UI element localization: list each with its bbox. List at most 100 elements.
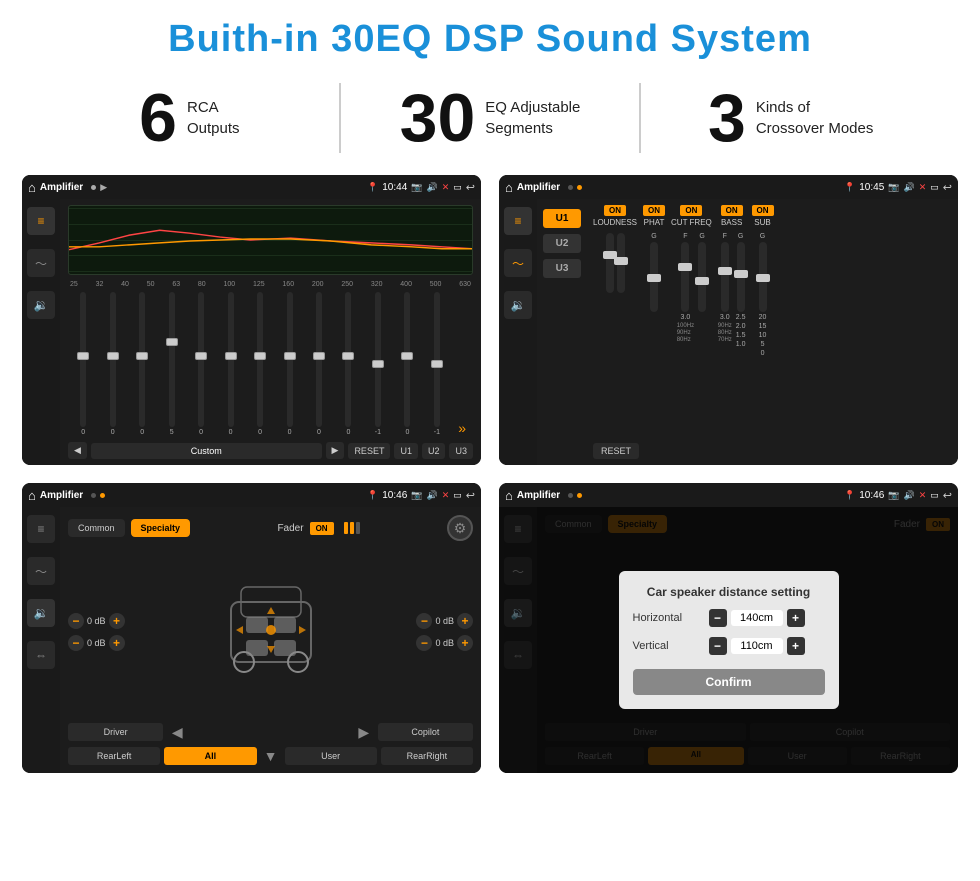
dialog-box: Car speaker distance setting Horizontal …	[619, 571, 839, 709]
eq-slider-5[interactable]: 0	[188, 292, 214, 436]
screen2-speaker-icon[interactable]: 🔉	[504, 291, 532, 319]
bass-on[interactable]: ON	[721, 205, 743, 216]
right-arrow-icon[interactable]: ▶	[354, 723, 374, 741]
eq-slider-2[interactable]: 0	[99, 292, 125, 436]
db-plus-bl[interactable]: +	[109, 635, 125, 651]
stat-crossover: 3 Kinds ofCrossover Modes	[661, 84, 920, 152]
cutfreq-on[interactable]: ON	[680, 205, 702, 216]
eq-slider-1[interactable]: 0	[70, 292, 96, 436]
confirm-button[interactable]: Confirm	[633, 669, 825, 695]
db-minus-tl[interactable]: −	[68, 613, 84, 629]
screen2-eq-icon[interactable]: ≡	[504, 207, 532, 235]
screen2-minimize: ▭	[930, 182, 939, 193]
presets-reset-btn[interactable]: RESET	[593, 443, 639, 459]
screen4-minimize: ▭	[930, 490, 939, 501]
freq-labels: 25 32 40 50 63 80 100 125 160 200 250 32…	[68, 281, 473, 288]
db-plus-br[interactable]: +	[457, 635, 473, 651]
rearleft-btn[interactable]: RearLeft	[68, 747, 160, 765]
eq-slider-9[interactable]: 0	[306, 292, 332, 436]
left-arrow-icon[interactable]: ◀	[167, 723, 187, 741]
all-btn[interactable]: All	[164, 747, 256, 765]
camera-icon: 📷	[411, 182, 422, 193]
screen-eq: ⌂ Amplifier ▶ 📍 10:44 📷 🔊 ✕ ▭ ↩ ≡ 〜 🔉	[22, 175, 481, 465]
eq-icon[interactable]: ≡	[27, 207, 55, 235]
eq-u1-btn[interactable]: U1	[394, 443, 418, 459]
back-icon[interactable]: ↩	[466, 181, 475, 194]
bottom-btns-2: RearLeft All ▼ User RearRight	[68, 747, 473, 765]
driver-btn[interactable]: Driver	[68, 723, 163, 741]
eq-slider-7[interactable]: 0	[247, 292, 273, 436]
specialty-tab[interactable]: Specialty	[131, 519, 191, 537]
screen3-home-icon[interactable]: ⌂	[28, 488, 36, 503]
eq-prev-btn[interactable]: ◀	[68, 442, 87, 459]
screen3-eq-icon[interactable]: ≡	[27, 515, 55, 543]
u2-btn[interactable]: U2	[543, 234, 581, 253]
tab-row: Common Specialty Fader ON ⚙	[68, 515, 473, 541]
screen3-back[interactable]: ↩	[466, 489, 475, 502]
freq-500: 500	[430, 281, 442, 288]
vertical-plus-btn[interactable]: +	[787, 637, 805, 655]
screen4-camera: 📷	[888, 490, 899, 501]
eq-slider-8[interactable]: 0	[276, 292, 302, 436]
u1-btn[interactable]: U1	[543, 209, 581, 228]
stat-divider-2	[639, 83, 641, 153]
db-plus-tr[interactable]: +	[457, 613, 473, 629]
wave-icon[interactable]: 〜	[27, 249, 55, 277]
freq-400: 400	[400, 281, 412, 288]
more-icon[interactable]: »	[453, 420, 471, 436]
eq-nav-row: ◀ Custom ▶ RESET U1 U2 U3	[68, 442, 473, 459]
screen4-back[interactable]: ↩	[943, 489, 952, 502]
horizontal-minus-btn[interactable]: −	[709, 609, 727, 627]
freq-320: 320	[371, 281, 383, 288]
vertical-minus-btn[interactable]: −	[709, 637, 727, 655]
db-minus-br[interactable]: −	[416, 635, 432, 651]
common-tab[interactable]: Common	[68, 519, 125, 537]
screen3-x: ✕	[442, 490, 450, 501]
loudness-on[interactable]: ON	[604, 205, 626, 216]
eq-chart	[68, 205, 473, 275]
loudness-sliders	[606, 233, 625, 293]
eq-slider-13[interactable]: -1	[424, 292, 450, 436]
down-arrow-icon[interactable]: ▼	[261, 747, 281, 765]
screen1-statusbar: ⌂ Amplifier ▶ 📍 10:44 📷 🔊 ✕ ▭ ↩	[22, 175, 481, 199]
screen4-home-icon[interactable]: ⌂	[505, 488, 513, 503]
screen2-wave-icon[interactable]: 〜	[504, 249, 532, 277]
speaker-icon[interactable]: 🔉	[27, 291, 55, 319]
settings-icon[interactable]: ⚙	[447, 515, 473, 541]
eq-reset-btn[interactable]: RESET	[348, 443, 390, 459]
screen3-arrows-icon[interactable]: ⇔	[27, 641, 55, 669]
home-icon[interactable]: ⌂	[28, 180, 36, 195]
screen4-x: ✕	[919, 490, 927, 501]
screen3-wave-icon[interactable]: 〜	[27, 557, 55, 585]
screen2-back[interactable]: ↩	[943, 181, 952, 194]
eq-slider-11[interactable]: -1	[365, 292, 391, 436]
screen2-home-icon[interactable]: ⌂	[505, 180, 513, 195]
eq-slider-4[interactable]: 5	[158, 292, 184, 436]
eq-next-btn[interactable]: ▶	[326, 442, 345, 459]
copilot-btn[interactable]: Copilot	[378, 723, 473, 741]
eq-slider-3[interactable]: 0	[129, 292, 155, 436]
eq-slider-10[interactable]: 0	[335, 292, 361, 436]
eq-main: 25 32 40 50 63 80 100 125 160 200 250 32…	[60, 199, 481, 465]
u3-btn[interactable]: U3	[543, 259, 581, 278]
db-minus-tr[interactable]: −	[416, 613, 432, 629]
db-minus-bl[interactable]: −	[68, 635, 84, 651]
screen3-minimize: ▭	[453, 490, 462, 501]
eq-slider-6[interactable]: 0	[217, 292, 243, 436]
eq-u3-btn[interactable]: U3	[449, 443, 473, 459]
db-plus-tl[interactable]: +	[109, 613, 125, 629]
phat-on[interactable]: ON	[643, 205, 665, 216]
user-btn[interactable]: User	[285, 747, 377, 765]
screens-grid: ⌂ Amplifier ▶ 📍 10:44 📷 🔊 ✕ ▭ ↩ ≡ 〜 🔉	[0, 169, 980, 783]
eq-u2-btn[interactable]: U2	[422, 443, 446, 459]
speaker-layout-area: − 0 dB + − 0 dB +	[68, 547, 473, 717]
eq-slider-12[interactable]: 0	[394, 292, 420, 436]
fader-on-toggle[interactable]: ON	[310, 522, 334, 535]
fader-main: Common Specialty Fader ON ⚙	[60, 507, 481, 773]
sub-on[interactable]: ON	[752, 205, 774, 216]
horizontal-plus-btn[interactable]: +	[787, 609, 805, 627]
stats-row: 6 RCAOutputs 30 EQ AdjustableSegments 3 …	[0, 73, 980, 169]
rearright-btn[interactable]: RearRight	[381, 747, 473, 765]
screen3-speaker-icon[interactable]: 🔉	[27, 599, 55, 627]
screen2-camera: 📷	[888, 182, 899, 193]
